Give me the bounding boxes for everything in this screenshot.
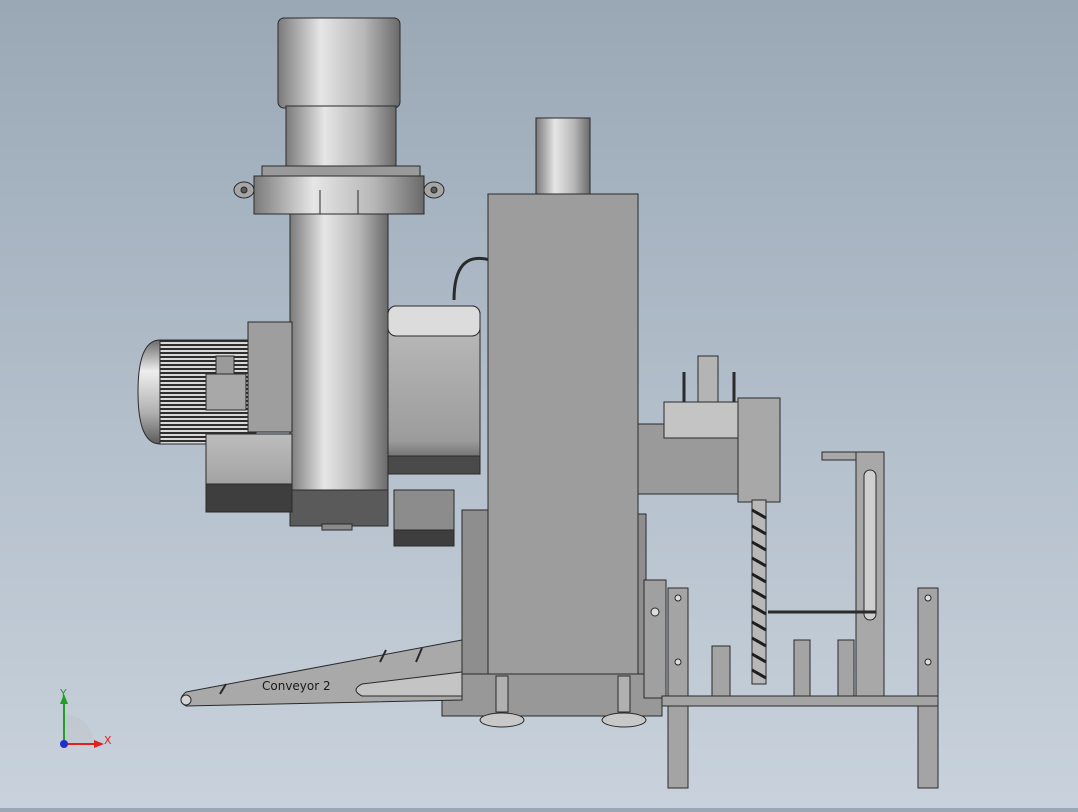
screw-spring	[751, 499, 767, 685]
conveyor-arm: Conveyor 2	[180, 639, 463, 707]
cad-viewport[interactable]: Conveyor 2 Y X	[0, 0, 1078, 808]
conveyor-label: Conveyor 2	[262, 679, 331, 693]
y-axis-label: Y	[59, 687, 67, 700]
base-frame	[661, 587, 939, 789]
side-motor	[137, 321, 293, 513]
cad-model-view[interactable]: Conveyor 2 Y X	[0, 0, 1078, 808]
top-motor	[233, 17, 445, 215]
coordinate-triad: Y X	[59, 687, 112, 748]
x-axis-label: X	[104, 734, 112, 747]
gearbox-column	[289, 213, 389, 531]
z-axis-dot	[60, 740, 68, 748]
gear-unit	[387, 257, 491, 547]
